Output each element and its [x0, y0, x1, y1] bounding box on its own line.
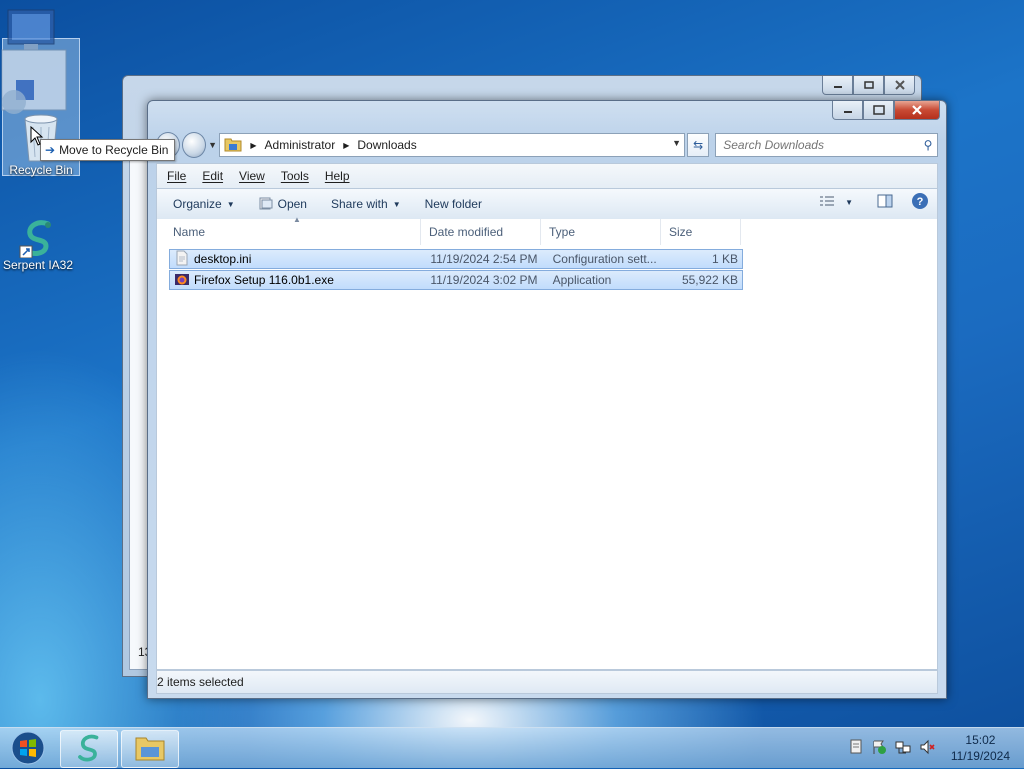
minimize-button[interactable]	[822, 76, 853, 95]
drag-ghost	[0, 6, 76, 116]
share-with-button[interactable]: Share with ▼	[323, 192, 409, 216]
maximize-button[interactable]	[853, 76, 884, 95]
desktop-icon-serpent-ia32[interactable]: Serpent IA32	[0, 218, 76, 272]
clock-time: 15:02	[965, 733, 996, 747]
open-label: Open	[277, 197, 307, 211]
column-header-date-modified[interactable]: Date modified	[421, 219, 541, 245]
share-with-label: Share with	[330, 197, 388, 211]
menu-tools[interactable]: Tools	[281, 169, 309, 183]
taskbar-explorer-button[interactable]	[121, 730, 179, 768]
file-type: Application	[552, 273, 612, 287]
desktop-icon-label: Serpent IA32	[2, 258, 74, 272]
folder-icon	[134, 734, 166, 765]
file-date-modified: 11/19/2024 3:02 PM	[430, 273, 538, 287]
search-box[interactable]: ⚲	[715, 133, 938, 157]
menu-help[interactable]: Help	[325, 169, 350, 183]
caption-buttons	[832, 101, 940, 120]
network-icon[interactable]	[895, 739, 911, 758]
clock-date: 11/19/2024	[950, 749, 1010, 763]
action-center-flag-icon[interactable]	[871, 739, 887, 758]
address-bar[interactable]: ▶ Administrator ▶ Downloads ▼	[219, 133, 685, 157]
drag-tooltip-text: Move to Recycle Bin	[59, 143, 169, 157]
column-headers: ▲ Name Date modified Type Size	[157, 215, 937, 245]
mouse-pointer-icon	[30, 125, 44, 146]
chevron-down-icon: ▼	[392, 199, 401, 209]
recent-pages-dropdown[interactable]: ▼	[208, 140, 217, 150]
explorer-window[interactable]: ▼ ▶ Administrator ▶ Downloads ▼ ⇆ ⚲ File…	[147, 100, 947, 699]
file-name: desktop.ini	[194, 252, 252, 266]
sort-indicator-icon: ▲	[293, 215, 301, 224]
refresh-button[interactable]: ⇆	[686, 133, 710, 157]
notification-icon[interactable]	[849, 739, 863, 758]
command-bar: Organize ▼ Open Share with ▼ New folder …	[156, 188, 938, 220]
arrow-right-icon: ➔	[45, 143, 56, 157]
new-folder-label: New folder	[424, 197, 482, 211]
menu-file[interactable]: File	[167, 169, 186, 183]
refresh-icon: ⇆	[693, 138, 704, 152]
file-row[interactable]: Firefox Setup 116.0b1.exe 11/19/2024 3:0…	[169, 270, 743, 290]
svg-text:?: ?	[917, 196, 924, 208]
address-history-dropdown[interactable]: ▼	[672, 138, 681, 148]
drag-tooltip: ➔ Move to Recycle Bin	[40, 139, 176, 161]
serpent-icon	[74, 733, 104, 766]
column-header-size[interactable]: Size	[661, 219, 741, 245]
folder-icon	[224, 136, 242, 155]
preview-pane-icon[interactable]	[877, 194, 893, 211]
chevron-down-icon: ▼	[226, 199, 235, 209]
taskbar: 15:02 11/19/2024	[0, 727, 1024, 768]
search-input[interactable]	[716, 137, 919, 153]
open-button[interactable]: Open	[251, 192, 315, 216]
organize-label: Organize	[173, 197, 222, 211]
open-icon	[259, 196, 273, 213]
firefox-installer-icon	[174, 271, 190, 290]
file-list[interactable]: ▲ Name Date modified Type Size desktop.i…	[156, 215, 938, 670]
system-tray: 15:02 11/19/2024	[849, 732, 1010, 764]
menu-edit[interactable]: Edit	[202, 169, 223, 183]
background-window-caption-buttons	[822, 76, 915, 95]
menu-view[interactable]: View	[239, 169, 265, 183]
menu-bar: File Edit View Tools Help	[156, 163, 938, 188]
breadcrumb-downloads[interactable]: Downloads	[357, 138, 416, 152]
file-type: Configuration sett...	[552, 252, 657, 266]
breadcrumb-separator-icon[interactable]: ▶	[250, 141, 256, 150]
close-button[interactable]	[894, 101, 940, 120]
breadcrumb-separator-icon[interactable]: ▶	[343, 141, 349, 150]
file-date-modified: 11/19/2024 2:54 PM	[430, 252, 538, 266]
search-icon[interactable]: ⚲	[919, 138, 937, 152]
volume-muted-icon[interactable]	[919, 739, 935, 758]
config-file-icon	[174, 250, 190, 269]
start-button[interactable]	[6, 730, 50, 766]
organize-button[interactable]: Organize ▼	[165, 192, 243, 216]
file-name: Firefox Setup 116.0b1.exe	[194, 273, 334, 287]
maximize-button[interactable]	[863, 101, 894, 120]
address-row: ▼ ▶ Administrator ▶ Downloads ▼ ⇆ ⚲	[156, 131, 938, 159]
chevron-down-icon[interactable]: ▼	[845, 198, 853, 207]
new-folder-button[interactable]: New folder	[417, 192, 490, 216]
forward-button[interactable]	[182, 132, 207, 158]
view-options-icon[interactable]	[819, 195, 835, 210]
column-header-type[interactable]: Type	[541, 219, 661, 245]
column-header-name[interactable]: Name	[157, 219, 421, 245]
clock[interactable]: 15:02 11/19/2024	[951, 732, 1010, 764]
desktop-icon-label: Recycle Bin	[9, 163, 73, 177]
minimize-button[interactable]	[832, 101, 863, 120]
file-size: 1 KB	[711, 252, 738, 266]
selection-status: 2 items selected	[157, 675, 244, 689]
breadcrumb-administrator[interactable]: Administrator	[265, 138, 336, 152]
status-bar: 2 items selected	[156, 670, 938, 694]
close-button[interactable]	[884, 76, 915, 95]
serpent-icon	[18, 218, 58, 259]
taskbar-serpent-button[interactable]	[60, 730, 118, 768]
file-size: 55,922 KB	[681, 273, 738, 287]
help-icon[interactable]: ?	[911, 192, 929, 213]
file-row[interactable]: desktop.ini 11/19/2024 2:54 PM Configura…	[169, 249, 743, 269]
